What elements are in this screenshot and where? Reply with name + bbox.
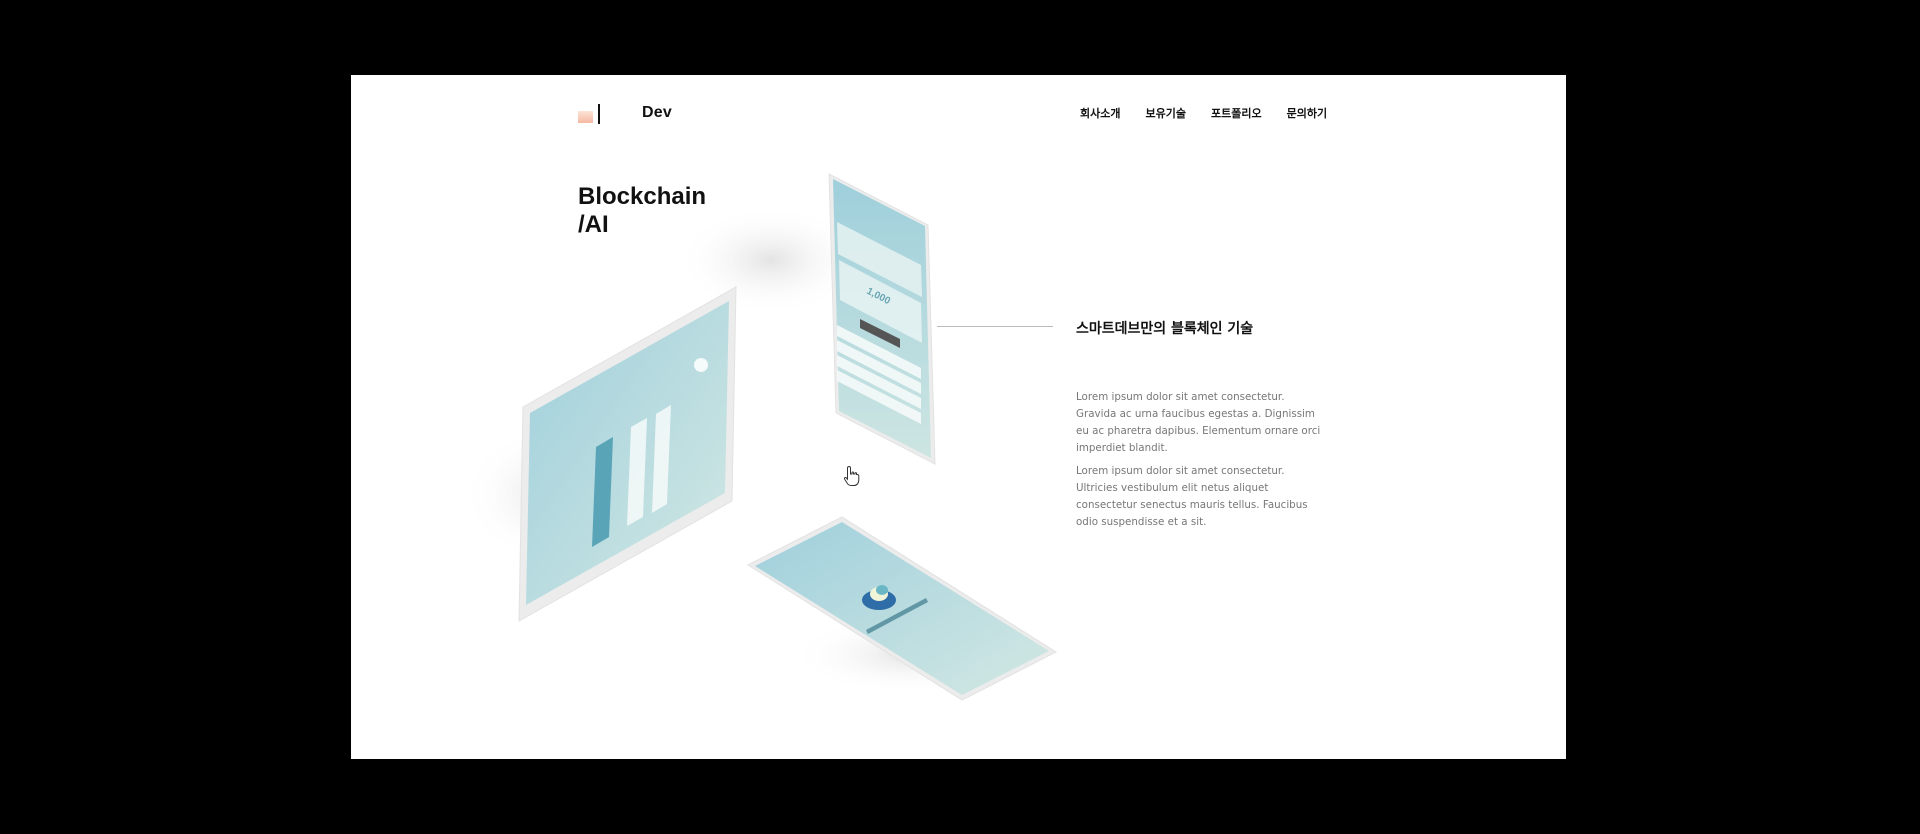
web-page: Dev 회사소개 보유기술 포트폴리오 문의하기 Blockchain /AI [351, 75, 1566, 759]
feature-heading: 스마트데브만의 블록체인 기술 [1076, 321, 1254, 337]
phone-login [518, 286, 737, 622]
phone-mockups: 1,000 [461, 173, 1058, 701]
phone-wallet: 1,000 [828, 173, 936, 465]
connector-line [937, 326, 1053, 327]
feature-paragraph-1: Lorem ipsum dolor sit amet consectetur. … [1076, 391, 1321, 454]
hand-pointer-cursor-icon [843, 465, 860, 486]
feature-paragraph-2: Lorem ipsum dolor sit amet consectetur. … [1076, 465, 1308, 528]
